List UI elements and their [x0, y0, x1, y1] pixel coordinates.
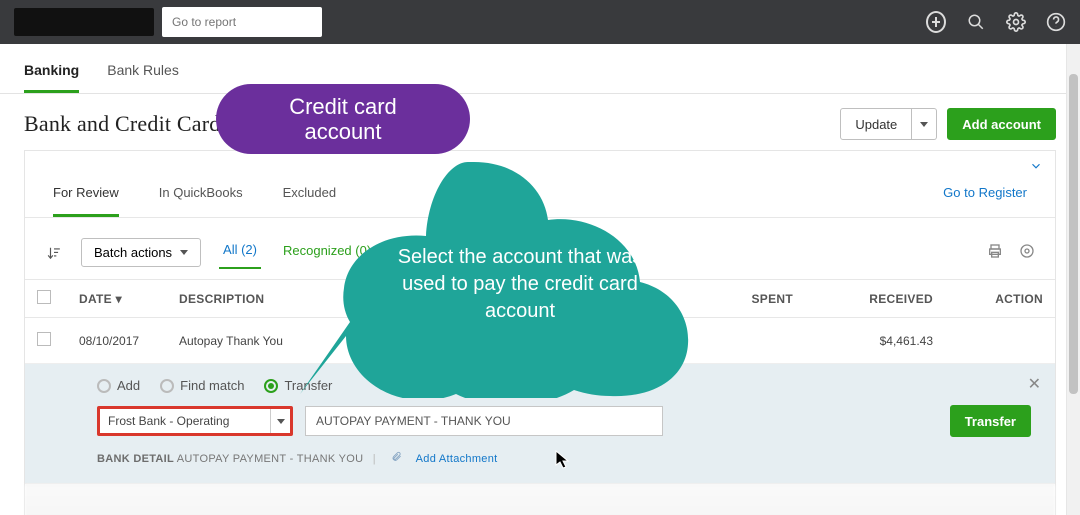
transactions-table: DATE ▾ DESCRIPTION PAY SPENT RECEIVED AC… [25, 279, 1055, 484]
bank-detail-value: AUTOPAY PAYMENT - THANK YOU [177, 453, 364, 465]
attachment-icon [391, 453, 405, 465]
row-checkbox[interactable] [37, 332, 51, 346]
row-received: $4,461.43 [805, 318, 945, 364]
batch-actions-label: Batch actions [94, 245, 172, 260]
filter-row: Batch actions All (2) Recognized (0) [25, 218, 1055, 279]
expanded-panel: ✕ Add Find match Transfer Frost Bank - O… [25, 364, 1055, 483]
row-date: 08/10/2017 [67, 318, 167, 364]
topbar-left [14, 7, 322, 37]
collapse-toggle[interactable] [1029, 159, 1043, 178]
memo-input[interactable] [305, 406, 663, 436]
transfer-form-row: Frost Bank - Operating Transfer [97, 405, 1031, 437]
row-description: Autopay Thank You [167, 318, 337, 364]
add-account-button[interactable]: Add account [947, 108, 1056, 140]
col-date[interactable]: DATE ▾ [67, 280, 167, 318]
table-settings-icon[interactable] [1019, 243, 1035, 262]
radio-transfer[interactable]: Transfer [264, 378, 332, 393]
transactions-card: For Review In QuickBooks Excluded Go to … [24, 150, 1056, 515]
col-received: RECEIVED [805, 280, 945, 318]
transfer-account-select[interactable]: Frost Bank - Operating [97, 406, 293, 436]
add-attachment-link[interactable]: Add Attachment [416, 453, 498, 465]
print-icon[interactable] [987, 243, 1003, 262]
subtab-for-review[interactable]: For Review [53, 185, 119, 217]
help-icon[interactable] [1046, 12, 1066, 32]
col-spent: SPENT [695, 280, 805, 318]
update-button-group: Update [840, 108, 937, 140]
chevron-down-icon [180, 250, 188, 255]
sub-tabs: For Review In QuickBooks Excluded Go to … [25, 151, 1055, 218]
sort-icon[interactable] [45, 245, 63, 261]
radio-add-label: Add [117, 378, 140, 393]
action-radio-group: Add Find match Transfer [97, 378, 1031, 393]
row-spent [695, 318, 805, 364]
transfer-button[interactable]: Transfer [950, 405, 1031, 437]
col-payee: PAY [337, 280, 695, 318]
subtab-in-quickbooks[interactable]: In QuickBooks [159, 185, 243, 217]
content-area: Banking Bank Rules Bank and Credit Cards… [0, 44, 1080, 515]
title-row: Bank and Credit Cards Update Add account [0, 94, 1080, 150]
separator: | [373, 453, 376, 465]
global-search-input[interactable] [162, 7, 322, 37]
update-button[interactable]: Update [840, 108, 912, 140]
close-icon[interactable]: ✕ [1028, 374, 1041, 394]
brand-logo [14, 8, 154, 36]
vertical-scrollbar[interactable] [1066, 44, 1080, 515]
radio-transfer-label: Transfer [284, 378, 332, 393]
tab-bank-rules[interactable]: Bank Rules [107, 62, 179, 93]
select-all-checkbox[interactable] [37, 290, 51, 304]
page-title: Bank and Credit Cards [24, 111, 229, 137]
chevron-down-icon [920, 122, 928, 127]
chevron-down-icon [270, 409, 290, 433]
mouse-cursor-icon [555, 450, 571, 475]
update-dropdown-toggle[interactable] [912, 108, 937, 140]
go-to-register-link[interactable]: Go to Register [943, 185, 1027, 217]
create-icon[interactable] [926, 12, 946, 32]
batch-actions-button[interactable]: Batch actions [81, 238, 201, 267]
primary-tabs: Banking Bank Rules [0, 44, 1080, 94]
radio-add[interactable]: Add [97, 378, 140, 393]
search-icon[interactable] [966, 12, 986, 32]
topbar-right [926, 12, 1066, 32]
col-action: ACTION [945, 280, 1055, 318]
subtab-excluded[interactable]: Excluded [283, 185, 336, 217]
col-description: DESCRIPTION [167, 280, 337, 318]
callout-purple: Credit card account [216, 84, 470, 154]
radio-find-match-label: Find match [180, 378, 244, 393]
bank-detail-label: BANK DETAIL [97, 453, 174, 465]
filter-recognized[interactable]: Recognized (0) [279, 237, 375, 268]
table-tools [987, 243, 1035, 262]
table-row[interactable]: 08/10/2017 Autopay Thank You $4,461.43 [25, 318, 1055, 364]
filter-all[interactable]: All (2) [219, 236, 261, 269]
gear-icon[interactable] [1006, 12, 1026, 32]
title-actions: Update Add account [840, 108, 1056, 140]
tab-banking[interactable]: Banking [24, 62, 79, 93]
radio-find-match[interactable]: Find match [160, 378, 244, 393]
top-bar [0, 0, 1080, 44]
blurred-content [25, 484, 1055, 515]
